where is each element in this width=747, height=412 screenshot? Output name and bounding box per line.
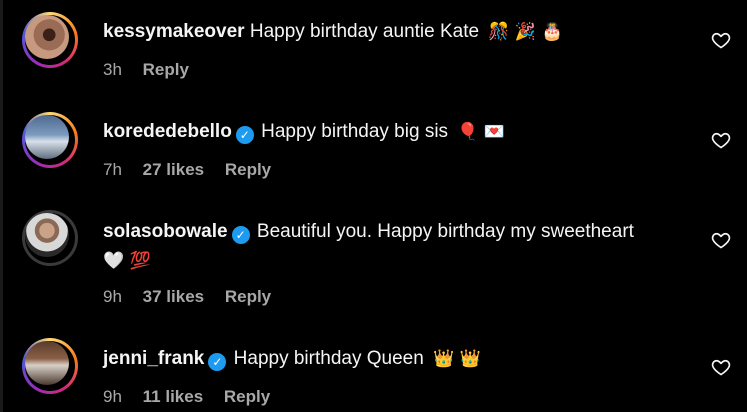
comment-emojis: 🎊 🎉 🎂	[488, 22, 563, 42]
username[interactable]: kessymakeover	[103, 21, 245, 42]
username[interactable]: jenni_frank	[103, 348, 204, 369]
username[interactable]: solasobowale	[103, 221, 228, 242]
comment-text: Happy birthday big sis	[261, 121, 449, 142]
comment-text: Happy birthday auntie Kate	[249, 21, 480, 42]
timestamp[interactable]: 7h	[103, 160, 122, 179]
comment-text: Beautiful you. Happy birthday my sweethe…	[256, 221, 634, 242]
verified-badge-icon: ✓	[231, 226, 250, 244]
heart-outline-icon[interactable]	[711, 357, 731, 377]
comment-emojis: 👑 👑	[433, 349, 481, 369]
reply-button[interactable]: Reply	[225, 160, 271, 179]
avatar[interactable]	[22, 112, 78, 168]
heart-outline-icon[interactable]	[711, 30, 731, 50]
reply-button[interactable]: Reply	[143, 60, 189, 79]
verified-badge-icon: ✓	[235, 126, 254, 144]
avatar[interactable]	[22, 338, 78, 394]
comment-emojis: 🤍 💯	[103, 251, 151, 271]
heart-outline-icon[interactable]	[711, 130, 731, 150]
avatar[interactable]	[22, 12, 78, 68]
heart-outline-icon[interactable]	[711, 230, 731, 250]
avatar[interactable]	[22, 210, 78, 266]
reply-button[interactable]: Reply	[225, 287, 271, 306]
timestamp[interactable]: 9h	[103, 287, 122, 306]
verified-badge-icon: ✓	[208, 353, 227, 371]
likes-count[interactable]: 11 likes	[143, 387, 204, 406]
left-edge-divider	[0, 0, 3, 412]
reply-button[interactable]: Reply	[224, 387, 270, 406]
comment-text: Happy birthday Queen	[233, 348, 424, 369]
comment-emojis: 🎈 💌	[457, 122, 506, 142]
username[interactable]: korededebello	[103, 121, 232, 142]
likes-count[interactable]: 37 likes	[143, 287, 204, 306]
timestamp[interactable]: 9h	[103, 387, 122, 406]
timestamp[interactable]: 3h	[103, 60, 122, 79]
likes-count[interactable]: 27 likes	[143, 160, 204, 179]
